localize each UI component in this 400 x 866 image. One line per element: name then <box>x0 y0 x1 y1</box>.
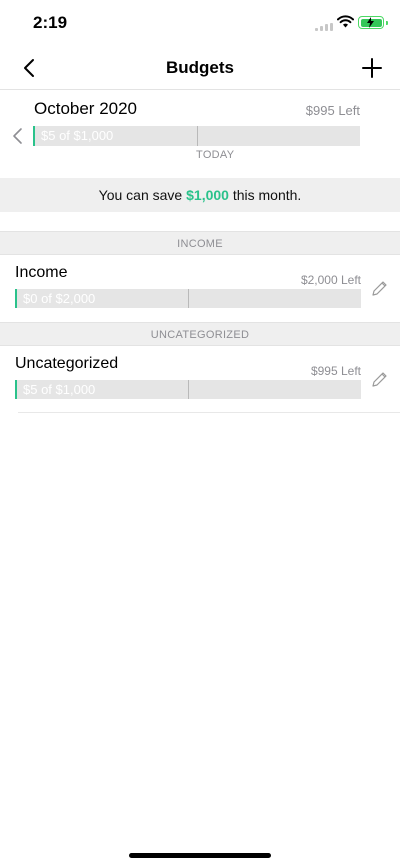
cellular-signal-icon <box>315 23 333 31</box>
status-time: 2:19 <box>33 13 68 32</box>
budget-progress-bar: $0 of $2,000 <box>15 289 361 308</box>
month-title: October 2020 <box>34 99 138 118</box>
status-bar: 2:19 <box>0 0 400 46</box>
progress-label: $5 of $1,000 <box>41 128 114 143</box>
today-marker <box>188 289 189 308</box>
section-header-income: INCOME <box>0 231 400 255</box>
today-marker <box>197 126 198 146</box>
pencil-icon[interactable] <box>370 280 388 298</box>
progress-label: $0 of $2,000 <box>23 291 96 306</box>
savings-suffix: this month. <box>228 187 302 203</box>
month-remaining: $995 Left <box>305 103 360 118</box>
row-divider <box>18 412 400 413</box>
savings-banner: You can save $1,000 this month. <box>0 178 400 212</box>
navigation-bar: Budgets <box>0 46 400 90</box>
battery-charging-icon <box>358 16 388 29</box>
savings-amount: $1,000 <box>186 187 229 203</box>
progress-label: $5 of $1,000 <box>23 382 96 397</box>
wifi-icon <box>337 15 354 28</box>
month-summary: October 2020 $995 Left $5 of $1,000 TODA… <box>0 90 400 178</box>
progress-fill <box>15 380 17 399</box>
budget-name: Income <box>15 264 68 281</box>
chevron-left-icon[interactable] <box>10 127 26 145</box>
progress-fill <box>15 289 17 308</box>
section-header-uncategorized: UNCATEGORIZED <box>0 322 400 346</box>
budget-remaining: $2,000 Left <box>300 273 361 287</box>
page-title: Budgets <box>166 58 234 77</box>
budget-row-uncategorized[interactable]: Uncategorized $995 Left $5 of $1,000 <box>0 346 400 412</box>
budget-row-income[interactable]: Income $2,000 Left $0 of $2,000 <box>0 255 400 321</box>
pencil-icon[interactable] <box>370 371 388 389</box>
today-label: TODAY <box>196 149 235 161</box>
plus-icon[interactable] <box>360 56 384 80</box>
month-progress-bar: $5 of $1,000 <box>33 126 360 146</box>
progress-fill <box>33 126 35 146</box>
home-indicator <box>129 853 271 858</box>
budget-progress-bar: $5 of $1,000 <box>15 380 361 399</box>
budget-remaining: $995 Left <box>310 364 361 378</box>
savings-prefix: You can save <box>98 187 187 203</box>
today-marker <box>188 380 189 399</box>
budget-name: Uncategorized <box>15 355 119 372</box>
